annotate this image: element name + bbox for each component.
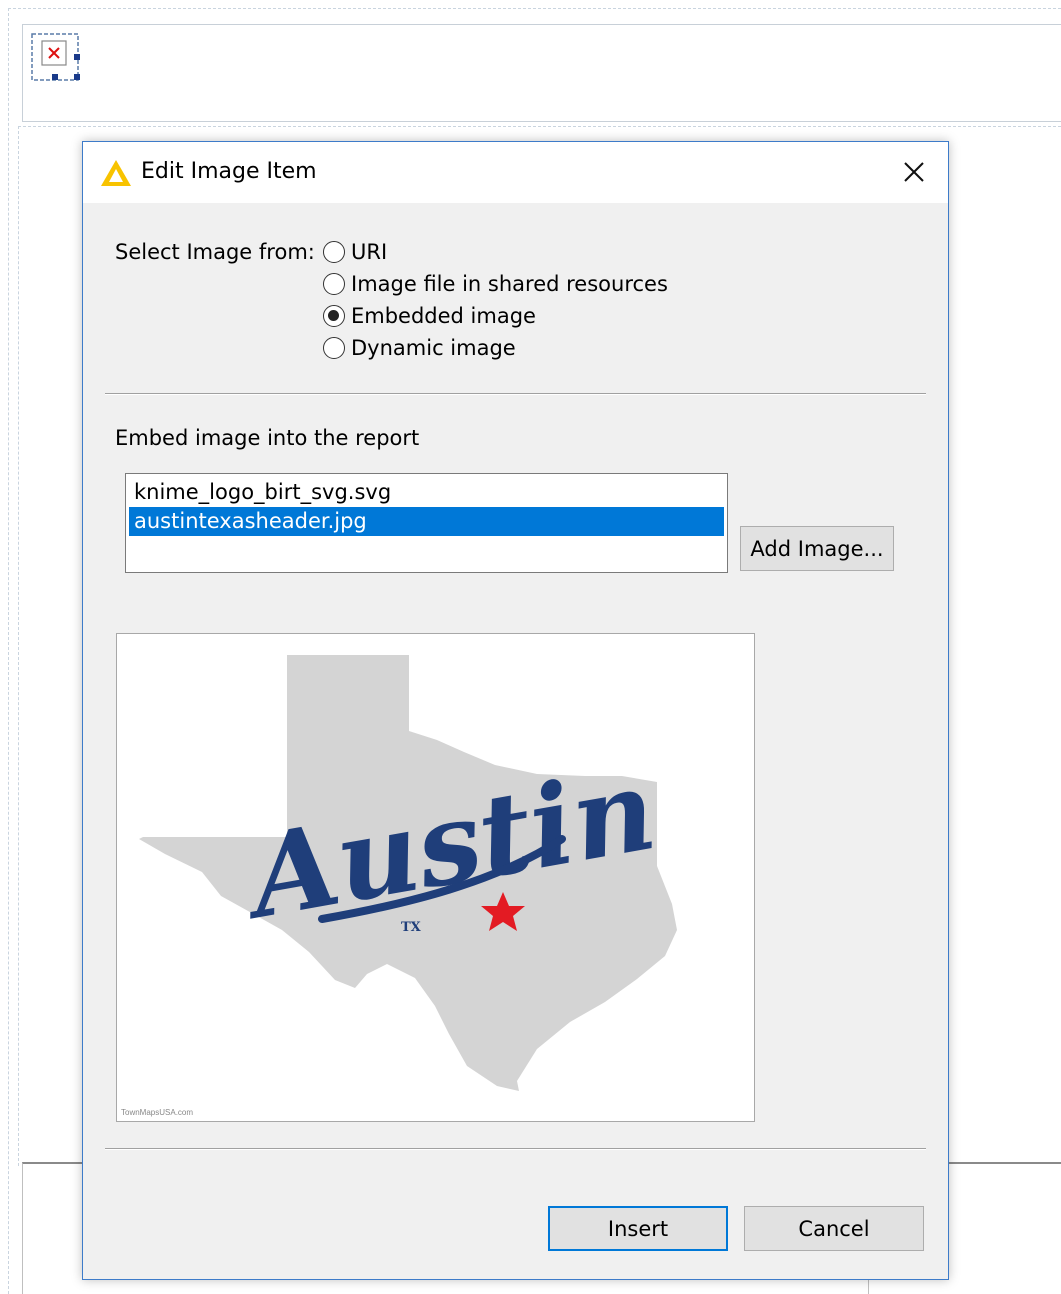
edit-image-dialog: Edit Image Item Select Image from: URI I… xyxy=(82,141,949,1280)
band-cell-divider xyxy=(868,1280,869,1294)
radio-button[interactable] xyxy=(323,273,345,295)
image-preview: Austin TX TownMapsUSA.com xyxy=(116,633,755,1122)
radio-label: Image file in shared resources xyxy=(351,272,668,296)
band-divider xyxy=(18,126,1061,127)
band-left-guide xyxy=(18,126,19,1166)
insert-label: Insert xyxy=(607,1216,669,1241)
add-image-button[interactable]: Add Image... xyxy=(740,526,894,571)
insert-button[interactable]: Insert xyxy=(548,1206,728,1251)
embed-section-label: Embed image into the report xyxy=(115,426,420,450)
radio-label: Dynamic image xyxy=(351,336,516,360)
preview-state-text: TX xyxy=(401,920,422,935)
radio-dynamic-image[interactable]: Dynamic image xyxy=(323,336,516,360)
separator xyxy=(105,393,926,395)
cancel-button[interactable]: Cancel xyxy=(744,1206,924,1251)
list-item[interactable]: knime_logo_birt_svg.svg xyxy=(129,478,724,507)
select-image-label: Select Image from: xyxy=(115,240,315,264)
close-icon xyxy=(904,162,924,182)
radio-shared-resources[interactable]: Image file in shared resources xyxy=(323,272,668,296)
radio-embedded-image[interactable]: Embedded image xyxy=(323,304,536,328)
radio-button[interactable] xyxy=(323,241,345,263)
warning-triangle-icon xyxy=(99,158,133,188)
close-button[interactable] xyxy=(896,154,932,190)
radio-button[interactable] xyxy=(323,305,345,327)
dialog-titlebar[interactable]: Edit Image Item xyxy=(83,142,948,203)
embedded-images-list[interactable]: knime_logo_birt_svg.svg austintexasheade… xyxy=(125,473,728,573)
dialog-title: Edit Image Item xyxy=(141,159,317,184)
report-header-band[interactable] xyxy=(22,24,1061,122)
radio-label: URI xyxy=(351,240,388,264)
list-item-selected[interactable]: austintexasheader.jpg xyxy=(129,507,724,536)
austin-texas-map-image: Austin TX xyxy=(139,655,677,1091)
image-credit: TownMapsUSA.com xyxy=(121,1108,194,1117)
radio-label: Embedded image xyxy=(351,304,536,328)
separator xyxy=(105,1148,926,1150)
radio-button[interactable] xyxy=(323,337,345,359)
add-image-label: Add Image... xyxy=(750,536,884,561)
broken-image-icon[interactable] xyxy=(30,32,80,82)
cancel-label: Cancel xyxy=(798,1216,870,1241)
radio-uri[interactable]: URI xyxy=(323,240,387,264)
